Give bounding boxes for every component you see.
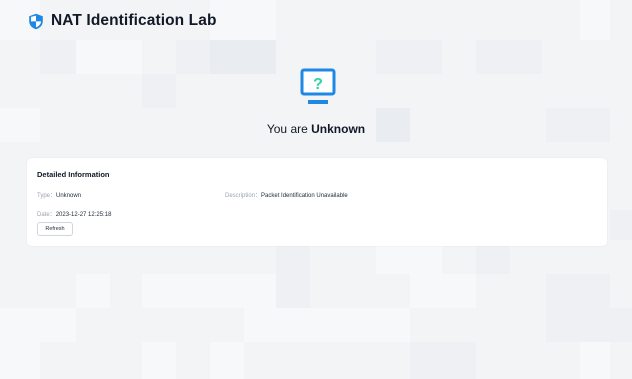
app-header: NAT Identification Lab	[28, 10, 217, 32]
date-value: 2023-12-27 12:25:18	[55, 212, 112, 218]
svg-text:?: ?	[313, 76, 323, 93]
description-label: Description：	[225, 193, 262, 199]
shield-icon	[28, 13, 44, 30]
monitor-question-icon: ?	[300, 68, 336, 108]
status-value: Unknown	[311, 122, 366, 136]
type-label: Type：	[37, 193, 57, 199]
date-field: Date：2023-12-27 12:25:18	[37, 209, 111, 218]
type-field: Type：Unknown	[37, 190, 81, 199]
app-title: NAT Identification Lab	[51, 12, 217, 29]
status-message: You are Unknown	[0, 122, 632, 136]
date-label: Date：	[37, 212, 56, 218]
details-title: Detailed Information	[37, 170, 110, 179]
details-panel: Detailed Information Type：Unknown Descri…	[27, 158, 607, 246]
description-value: Packet Identification Unavailable	[261, 193, 348, 199]
type-value: Unknown	[56, 193, 82, 199]
status-prefix: You are	[266, 122, 312, 136]
description-field: Description：Packet Identification Unavai…	[225, 190, 348, 199]
refresh-button[interactable]: Refresh	[37, 222, 73, 236]
